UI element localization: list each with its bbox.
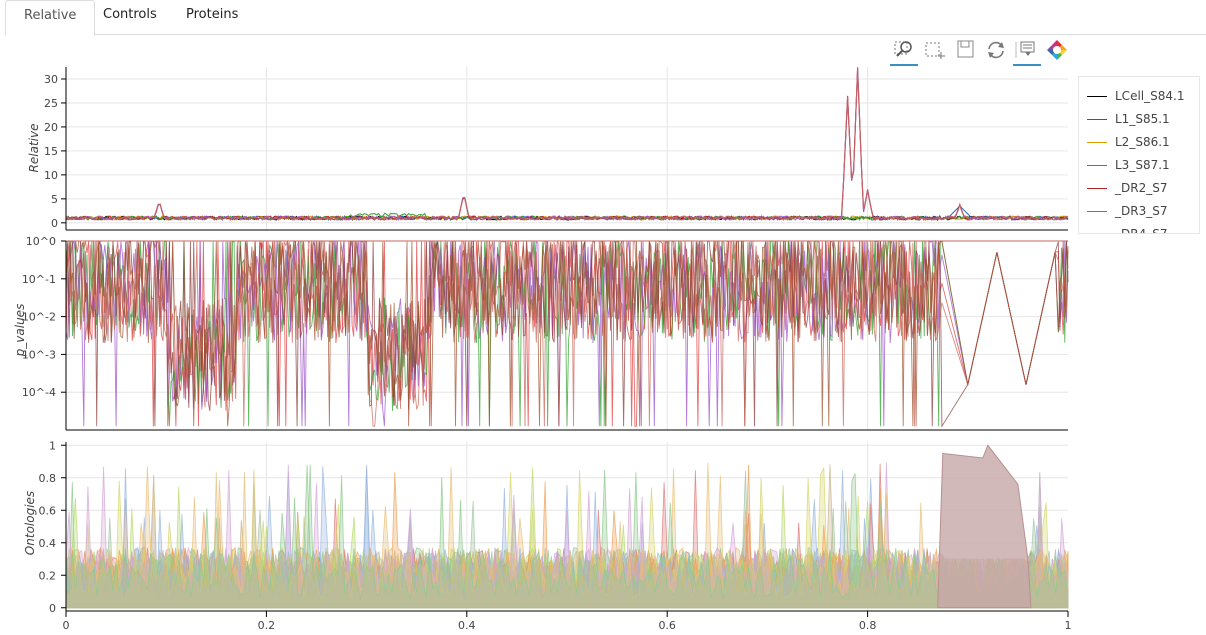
legend-swatch xyxy=(1087,142,1107,143)
pvalues-y-label: p_values xyxy=(13,304,27,358)
charts-svg: 051015202530 Relative 10^010^-110^-210^-… xyxy=(13,67,1072,632)
legend-label: _DR3_S7 xyxy=(1115,204,1168,218)
ontologies-y-tick-label: 0 xyxy=(49,602,56,615)
ontologies-y-tick-label: 0.2 xyxy=(39,569,57,582)
x-axis-tick-label: 0.2 xyxy=(258,619,276,632)
legend-label: L1_S85.1 xyxy=(1115,112,1170,126)
ontologies-y-tick-label: 0.6 xyxy=(39,504,57,517)
relative-y-tick-label: 10 xyxy=(44,169,58,182)
legend-label: L2_S86.1 xyxy=(1115,135,1170,149)
relative-y-label: Relative xyxy=(27,124,41,173)
legend-swatch xyxy=(1087,119,1107,120)
legend-swatch xyxy=(1087,165,1107,166)
relative-y-tick-label: 5 xyxy=(51,193,58,206)
relative-plot-area xyxy=(66,67,1068,230)
ontologies-y-tick-label: 0.8 xyxy=(39,472,57,485)
ontologies-y-label: Ontologies xyxy=(23,491,37,555)
legend-swatch xyxy=(1087,188,1107,189)
relative-y-tick-label: 0 xyxy=(51,217,58,230)
legend-label: LCell_S84.1 xyxy=(1115,89,1185,103)
x-axis-tick-label: 0.4 xyxy=(458,619,476,632)
relative-y-tick-label: 20 xyxy=(44,121,58,134)
ontologies-panel[interactable]: 0 0.2 0.4 0.6 0.8 1 0 0.2 0.4 0.6 0.8 1 Ontologies xyxy=(23,439,1072,632)
legend-label: _DR4_S7 xyxy=(1115,227,1168,234)
relative-y-tick-label: 15 xyxy=(44,145,58,158)
x-axis-tick-label: 1 xyxy=(1065,619,1072,632)
relative-y-tick-label: 30 xyxy=(44,73,58,86)
pvalues-y-tick-label: 10^0 xyxy=(26,235,56,248)
pvalues-y-tick-label: 10^-1 xyxy=(22,273,56,286)
legend-label: _DR2_S7 xyxy=(1115,181,1168,195)
pvalues-y-tick-label: 10^-4 xyxy=(22,386,56,399)
relative-legend[interactable]: LCell_S84.1 L1_S85.1 L2_S86.1 L3_S87.1 _DR2_… xyxy=(1078,76,1200,234)
pvalues-panel[interactable]: 10^010^-110^-210^-310^-4 p_values xyxy=(13,235,1069,431)
ontologies-y-tick-label: 0.4 xyxy=(39,537,57,550)
ontologies-y-tick-label: 1 xyxy=(49,439,56,452)
legend-swatch xyxy=(1087,211,1107,212)
x-axis-tick-label: 0 xyxy=(63,619,70,632)
relative-panel[interactable]: 0 5 10 15 20 25 30 Relative xyxy=(27,67,1069,231)
legend-label: L3_S87.1 xyxy=(1115,158,1170,172)
relative-y-tick-label: 25 xyxy=(44,97,58,110)
x-axis-tick-label: 0.8 xyxy=(859,619,877,632)
legend-swatch xyxy=(1087,96,1107,97)
x-axis-tick-label: 0.6 xyxy=(658,619,676,632)
